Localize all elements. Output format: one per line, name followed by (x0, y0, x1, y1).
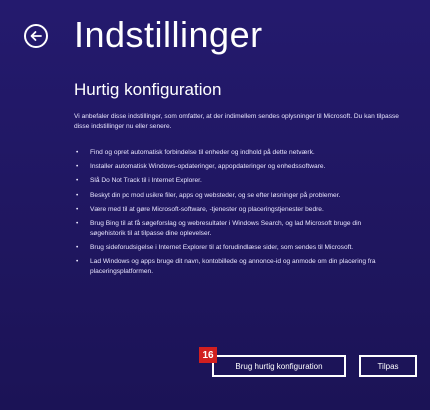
list-item: • Slå Do Not Track til i Internet Explor… (74, 176, 430, 186)
intro-line: disse indstillinger nu eller senere. (74, 123, 172, 130)
list-item-text: Beskyt din pc mod usikre filer, apps og … (90, 191, 341, 199)
bullet: • (76, 205, 79, 213)
list-item: • Beskyt din pc mod usikre filer, apps o… (74, 191, 430, 201)
list-item: • Være med til at gøre Microsoft-softwar… (74, 205, 430, 215)
bullet: • (76, 219, 79, 227)
settings-list: • Find og opret automatisk forbindelse t… (74, 148, 430, 282)
list-item-text: Lad Windows og apps bruge dit navn, kont… (90, 258, 376, 266)
section-subtitle: Hurtig konfiguration (74, 80, 222, 99)
back-arrow-icon (30, 31, 42, 41)
list-item-text: Slå Do Not Track til i Internet Explorer… (90, 177, 202, 185)
list-item-text: Brug Bing til at få søgeforslag og webre… (90, 219, 362, 227)
list-item-text: Find og opret automatisk forbindelse til… (90, 149, 315, 156)
list-item-text: Brug sideforudsigelse i Internet Explore… (90, 244, 354, 252)
list-item: • Brug sideforudsigelse i Internet Explo… (74, 243, 430, 253)
list-item-text: placeringsplatformen. (90, 268, 154, 276)
bullet: • (76, 177, 79, 185)
back-button[interactable] (24, 24, 48, 48)
customize-button[interactable]: Tilpas (359, 355, 417, 377)
list-item: • Brug Bing til at få søgeforslag og web… (74, 219, 430, 239)
list-item-text: søgehistorik til at tilpasse dine opleve… (90, 229, 212, 237)
bullet: • (76, 149, 79, 156)
bullet: • (76, 244, 79, 252)
page-title: Indstillinger (74, 14, 263, 55)
bullet: • (76, 191, 79, 199)
bullet: • (76, 163, 79, 171)
use-express-settings-button[interactable]: Brug hurtig konfiguration (212, 355, 346, 377)
intro-line: Vi anbefaler disse indstillinger, som om… (74, 113, 399, 120)
step-badge: 16 (199, 347, 217, 363)
bullet: • (76, 258, 79, 266)
list-item: • Find og opret automatisk forbindelse t… (74, 148, 430, 158)
list-item: • Installer automatisk Windows-opdaterin… (74, 162, 430, 172)
list-item-text: Være med til at gøre Microsoft-software,… (90, 205, 324, 213)
list-item-text: Installer automatisk Windows-opdateringe… (90, 163, 326, 171)
list-item: • Lad Windows og apps bruge dit navn, ko… (74, 257, 430, 277)
settings-screen: Indstillinger Hurtig konfiguration Vi an… (0, 0, 430, 410)
intro-text: Vi anbefaler disse indstillinger, som om… (74, 112, 430, 132)
